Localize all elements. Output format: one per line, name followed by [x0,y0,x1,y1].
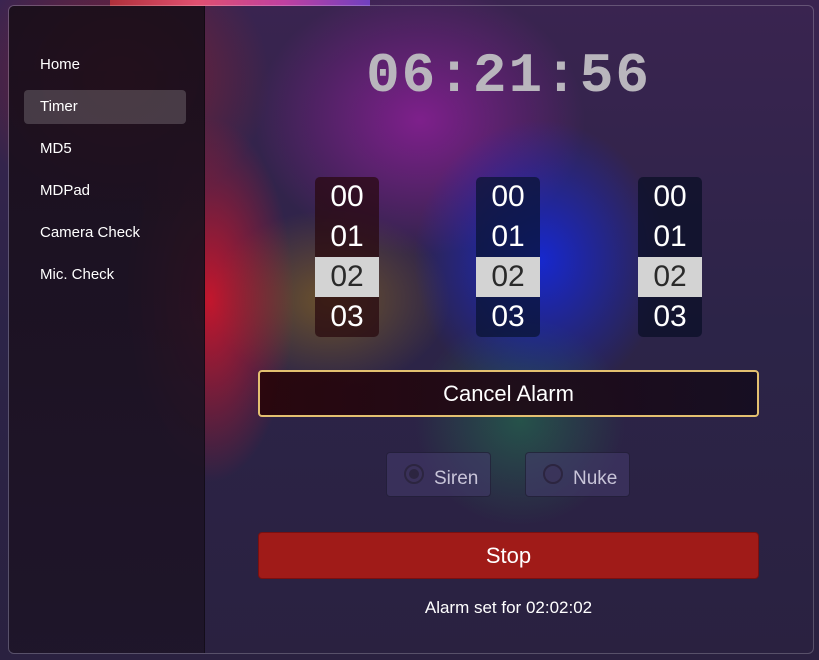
radio-checked-icon[interactable] [404,464,424,484]
sidebar-item-mic-check[interactable]: Mic. Check [24,258,186,292]
picker-digit[interactable]: 00 [638,177,702,217]
cancel-alarm-button[interactable]: Cancel Alarm [258,370,759,417]
minutes-picker[interactable]: 00 01 02 03 [476,177,540,337]
hours-picker[interactable]: 00 01 02 03 [315,177,379,337]
nuke-label: Nuke [573,468,618,489]
alarm-status-text: Alarm set for 02:02:02 [424,598,593,617]
picker-digit[interactable]: 00 [315,177,379,217]
stop-button[interactable]: Stop [258,532,759,579]
picker-digit[interactable]: 01 [638,217,702,257]
picker-digit-selected[interactable]: 02 [315,257,379,297]
picker-digit[interactable]: 01 [315,217,379,257]
app-background: Home Timer MD5 MDPad Camera Check Mic. C… [0,0,819,660]
picker-digit[interactable]: 01 [476,217,540,257]
picker-digit-selected[interactable]: 02 [638,257,702,297]
sidebar-item-home[interactable]: Home [24,48,186,82]
sidebar-item-timer[interactable]: Timer [24,90,186,124]
picker-digit-selected[interactable]: 02 [476,257,540,297]
siren-radio-option[interactable]: Siren [386,452,491,497]
picker-digit[interactable]: 03 [315,297,379,337]
nuke-radio-option[interactable]: Nuke [525,452,630,497]
sidebar-item-md5[interactable]: MD5 [24,132,186,166]
seconds-picker[interactable]: 00 01 02 03 [638,177,702,337]
picker-digit[interactable]: 03 [638,297,702,337]
picker-digit[interactable]: 00 [476,177,540,217]
current-time-display: 06:21:56 [366,44,651,108]
siren-label: Siren [434,468,479,489]
radio-unchecked-icon[interactable] [543,464,563,484]
sidebar-item-mdpad[interactable]: MDPad [24,174,186,208]
sidebar: Home Timer MD5 MDPad Camera Check Mic. C… [9,6,205,653]
sidebar-item-camera-check[interactable]: Camera Check [24,216,186,250]
app-window: Home Timer MD5 MDPad Camera Check Mic. C… [8,5,814,654]
picker-digit[interactable]: 03 [476,297,540,337]
